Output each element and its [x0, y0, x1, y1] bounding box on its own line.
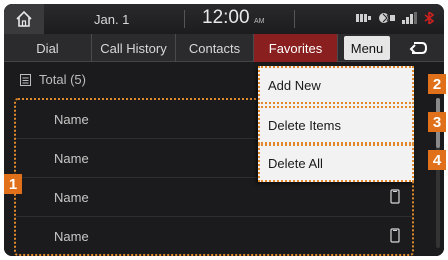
tab-contacts[interactable]: Contacts	[176, 34, 254, 62]
tab-favorites[interactable]: Favorites	[254, 34, 338, 62]
status-divider	[294, 10, 295, 28]
contact-name: Name	[54, 151, 89, 166]
mobile-phone-icon	[390, 228, 400, 243]
menu-item-add-new[interactable]: Add New	[258, 66, 414, 104]
bluetooth-icon	[424, 12, 434, 24]
menu-dropdown: Add New Delete Items Delete All	[258, 66, 414, 182]
bluetooth-device-icon	[379, 13, 395, 23]
tab-favorites-label: Favorites	[268, 40, 323, 56]
menu-item-delete-items-label: Delete Items	[268, 117, 341, 133]
tab-contacts-label: Contacts	[188, 40, 241, 56]
list-item[interactable]: Name	[16, 217, 412, 256]
screen: Jan. 1 12:00 AM Dial Call History Contac…	[0, 0, 448, 260]
menu-item-delete-items[interactable]: Delete Items	[258, 106, 414, 144]
callout-4: 4	[428, 150, 446, 170]
status-icons	[356, 12, 434, 24]
mobile-phone-icon	[390, 189, 400, 204]
head-unit-display: Jan. 1 12:00 AM Dial Call History Contac…	[4, 4, 444, 256]
callout-1: 1	[4, 174, 22, 194]
tab-dial-label: Dial	[36, 40, 59, 56]
menu-item-add-new-label: Add New	[268, 77, 321, 93]
contact-name: Name	[54, 190, 89, 205]
back-button[interactable]	[396, 36, 440, 60]
contact-name: Name	[54, 112, 89, 127]
back-arrow-icon	[409, 42, 428, 54]
callout-2: 2	[428, 74, 446, 94]
menu-button-label: Menu	[350, 40, 384, 56]
date-display: Jan. 1	[94, 12, 130, 27]
home-icon	[16, 10, 32, 27]
tab-bar: Dial Call History Contacts Favorites Men…	[4, 34, 444, 62]
total-label: Total (5)	[39, 72, 86, 87]
list-icon	[20, 73, 31, 86]
menu-item-delete-all[interactable]: Delete All	[258, 144, 414, 182]
status-bar: Jan. 1 12:00 AM	[4, 4, 444, 34]
signal-strength-icon	[402, 12, 417, 24]
total-count: Total (5)	[20, 72, 86, 87]
callout-3: 3	[428, 112, 446, 132]
tab-call-history-label: Call History	[100, 40, 167, 56]
list-item[interactable]: Name	[16, 178, 412, 217]
home-button[interactable]	[4, 4, 44, 34]
status-divider	[184, 10, 185, 28]
ampm-indicator: AM	[254, 18, 265, 25]
tab-dial[interactable]: Dial	[4, 34, 92, 62]
menu-button[interactable]: Menu	[344, 36, 390, 60]
tab-call-history[interactable]: Call History	[92, 34, 176, 62]
phone-battery-icon	[356, 14, 371, 22]
menu-item-delete-all-label: Delete All	[268, 155, 323, 171]
time-display: 12:00	[202, 7, 250, 28]
contact-name: Name	[54, 229, 89, 244]
